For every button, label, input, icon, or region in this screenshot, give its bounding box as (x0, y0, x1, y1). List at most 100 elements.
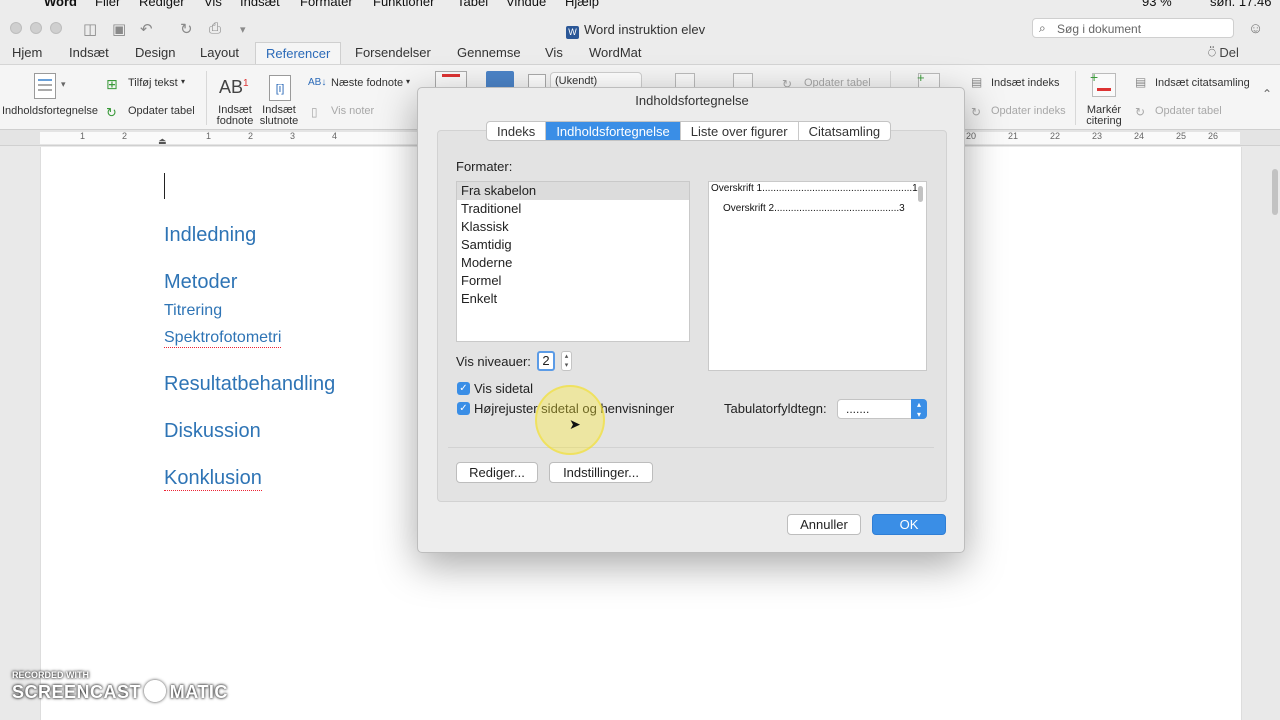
format-option[interactable]: Enkelt (457, 290, 689, 308)
table-of-contents-icon[interactable] (34, 73, 56, 99)
formats-list[interactable]: Fra skabelon Traditionel Klassisk Samtid… (456, 181, 690, 342)
next-footnote-button[interactable]: Næste fodnote (331, 77, 403, 89)
right-align-checkbox[interactable]: ✓ (457, 402, 470, 415)
tab-layout[interactable]: Layout (200, 45, 239, 60)
sidebar-toggle-icon[interactable]: ◫ (83, 20, 97, 38)
heading-indledning[interactable]: Indledning (164, 224, 256, 247)
search-input[interactable]: ⌕ Søg i dokument (1032, 18, 1234, 38)
heading-konklusion[interactable]: Konklusion (164, 467, 262, 491)
insert-footnote-icon[interactable]: AB1 (219, 77, 249, 98)
menu-item-funktioner[interactable]: Funktioner (373, 0, 434, 9)
levels-stepper[interactable]: ▴ ▾ (561, 351, 572, 371)
update-index-button[interactable]: Opdater indeks (991, 105, 1066, 117)
dialog-tab-liste-over-figurer[interactable]: Liste over figurer (681, 122, 799, 140)
tab-wordmat[interactable]: WordMat (589, 45, 642, 60)
chevron-down-icon[interactable]: ▾ (181, 77, 185, 86)
tab-vis[interactable]: Vis (545, 45, 563, 60)
minimize-window-button[interactable] (30, 22, 42, 34)
menu-item-vindue[interactable]: Vindue (506, 0, 546, 9)
refresh-icon: ↻ (106, 105, 117, 120)
add-text-button[interactable]: Tilføj tekst (128, 77, 178, 89)
ruler-number: 1 (206, 131, 212, 141)
insert-citation-list-button[interactable]: Indsæt citatsamling (1155, 77, 1250, 89)
menu-item-indsaet[interactable]: Indsæt (240, 0, 280, 9)
menubar-clock: søn. 17.46 (1210, 0, 1272, 9)
dialog-tab-citatsamling[interactable]: Citatsamling (799, 122, 891, 140)
undo-icon[interactable]: ↶ (140, 20, 153, 38)
update-table-button[interactable]: Opdater tabel (128, 105, 195, 117)
mark-citation-button[interactable]: Markér citering (1082, 105, 1126, 127)
zoom-window-button[interactable] (50, 22, 62, 34)
tab-referencer[interactable]: Referencer (255, 42, 342, 64)
tab-gennemse[interactable]: Gennemse (457, 45, 521, 60)
customize-toolbar-icon[interactable]: ▾ (240, 23, 246, 36)
ruler-number: 25 (1176, 131, 1187, 141)
format-option[interactable]: Traditionel (457, 200, 689, 218)
document-title-text: Word instruktion elev (584, 22, 706, 37)
save-icon[interactable]: ▣ (112, 20, 126, 38)
menu-item-formater[interactable]: Formater (300, 0, 353, 9)
watermark-word-2: MATIC (169, 682, 228, 702)
levels-label: Vis niveauer: (456, 354, 531, 369)
ruler-number: 24 (1134, 131, 1145, 141)
show-page-numbers-label: Vis sidetal (474, 381, 534, 396)
redo-icon[interactable]: ↻ (180, 20, 193, 38)
tab-hjem[interactable]: Hjem (12, 45, 42, 60)
insert-footnote-button[interactable]: Indsæt fodnote (213, 105, 257, 127)
show-notes-button[interactable]: Vis noter (331, 105, 374, 117)
preview-scrollbar[interactable] (918, 186, 923, 202)
menu-item-rediger[interactable]: Rediger (139, 0, 185, 9)
format-option[interactable]: Samtidig (457, 236, 689, 254)
chevron-down-icon[interactable]: ▾ (61, 79, 66, 90)
close-window-button[interactable] (10, 22, 22, 34)
tab-indsaet[interactable]: Indsæt (69, 45, 109, 60)
chevron-down-icon[interactable]: ▾ (406, 77, 410, 86)
dialog-tab-indeks[interactable]: Indeks (487, 122, 547, 140)
heading-resultatbehandling[interactable]: Resultatbehandling (164, 373, 335, 396)
format-option[interactable]: Fra skabelon (457, 182, 689, 200)
menu-item-tabel[interactable]: Tabel (457, 0, 488, 9)
format-option[interactable]: Formel (457, 272, 689, 290)
tab-forsendelser[interactable]: Forsendelser (355, 45, 431, 60)
menubar: Word Filer Rediger Vis Indsæt Formater F… (0, 0, 1280, 12)
share-button[interactable]: ⍥ Del (1208, 45, 1239, 61)
ribbon-tab-bar: Hjem Indsæt Design Layout Referencer For… (0, 42, 1280, 64)
formats-label: Formater: (456, 159, 513, 174)
tab-leader-select[interactable]: ....... ▴ ▾ (837, 399, 927, 419)
print-icon[interactable]: ⎙ (209, 20, 221, 37)
heading-diskussion[interactable]: Diskussion (164, 420, 261, 443)
format-option[interactable]: Moderne (457, 254, 689, 272)
menu-app-name[interactable]: Word (44, 0, 77, 9)
ruler-number: 23 (1092, 131, 1103, 141)
dialog-tab-indholdsfortegnelse[interactable]: Indholdsfortegnelse (546, 122, 681, 140)
edit-button[interactable]: Rediger... (456, 462, 538, 483)
format-option[interactable]: Klassisk (457, 218, 689, 236)
insert-endnote-icon[interactable]: [i] (269, 75, 291, 101)
text-cursor (164, 173, 165, 199)
menu-item-filer[interactable]: Filer (95, 0, 120, 9)
dialog-divider (448, 447, 934, 448)
tab-design[interactable]: Design (135, 45, 175, 60)
insert-index-button[interactable]: Indsæt indeks (991, 77, 1059, 89)
heading-titrering[interactable]: Titrering (164, 302, 222, 320)
collapse-ribbon-icon[interactable]: ⌃ (1262, 87, 1272, 101)
ok-button[interactable]: OK (872, 514, 946, 535)
menu-item-vis[interactable]: Vis (204, 0, 222, 9)
mark-citation-icon[interactable]: + (1090, 69, 1116, 97)
refresh-icon: ↻ (1135, 105, 1146, 119)
levels-input[interactable]: 2 (537, 351, 555, 371)
cancel-button[interactable]: Annuller (787, 514, 861, 535)
heading-metoder[interactable]: Metoder (164, 271, 237, 294)
insert-endnote-button[interactable]: Indsæt slutnote (257, 105, 301, 127)
feedback-smiley-icon[interactable]: ☺ (1248, 20, 1263, 37)
heading-spektrofotometri[interactable]: Spektrofotometri (164, 329, 282, 348)
vertical-scrollbar[interactable] (1272, 169, 1278, 215)
update-table-3-button[interactable]: Opdater tabel (1155, 105, 1222, 117)
toc-button-label[interactable]: Indholdsfortegnelse (2, 105, 98, 117)
show-page-numbers-checkbox[interactable]: ✓ (457, 382, 470, 395)
menu-item-hjaelp[interactable]: Hjælp (565, 0, 599, 9)
battery-percent: 93 % (1142, 0, 1172, 9)
options-button[interactable]: Indstillinger... (549, 462, 653, 483)
indent-marker-icon[interactable]: ⏏ (158, 136, 167, 147)
ruler-number: 22 (1050, 131, 1061, 141)
